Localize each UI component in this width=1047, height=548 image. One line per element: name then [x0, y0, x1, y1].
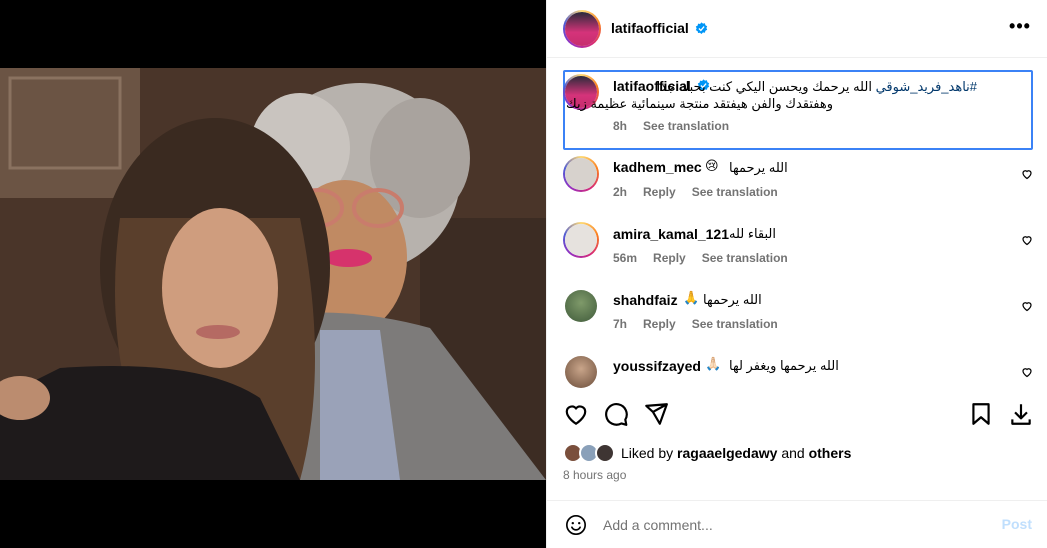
comment-avatar[interactable] [563, 222, 599, 258]
caption-line1: #ناهد_فريد_شوقي الله يرحمك ويحسن اليكي ك… [657, 79, 977, 95]
post-media [0, 0, 546, 548]
caption-see-translation[interactable]: See translation [643, 119, 729, 133]
save-bookmark-icon[interactable] [968, 401, 994, 427]
comment-text: البقاء لله [729, 226, 776, 241]
comment-avatar[interactable] [563, 156, 599, 192]
more-options-button[interactable]: ••• [1008, 17, 1032, 36]
likes-text: Liked by ragaaelgedawy and others [621, 445, 851, 461]
like-comment-heart-icon[interactable] [1021, 366, 1033, 378]
likes-summary: Liked by ragaaelgedawy and others [563, 441, 1023, 465]
comment-meta: 56m Reply See translation [613, 251, 788, 265]
comment-text: الله يرحمها ويغفر لها [729, 358, 839, 373]
post-comment-button[interactable]: Post [1002, 516, 1032, 532]
reply-button[interactable]: Reply [653, 251, 686, 265]
liked-by-others-link[interactable]: others [809, 445, 852, 461]
reply-button[interactable]: Reply [643, 317, 676, 331]
verified-badge-icon [695, 22, 708, 35]
comment-emoji: 😢 [705, 158, 719, 173]
post-timestamp[interactable]: 8 hours ago [563, 468, 626, 482]
comment-username[interactable]: shahdfaiz [613, 292, 678, 308]
instagram-post-view: latifaofficial ••• latifaofficial #ناهد_… [0, 0, 1047, 548]
comment-time: 2h [613, 185, 628, 199]
caption-meta: 8h See translation [613, 119, 729, 133]
see-translation-button[interactable]: See translation [692, 185, 778, 199]
like-comment-heart-icon[interactable] [1021, 168, 1033, 180]
header-avatar[interactable] [563, 10, 601, 48]
comment-avatar[interactable] [565, 290, 597, 322]
caption-line1-text: الله يرحمك ويحسن اليكي كنت بحبك جدا [656, 79, 876, 94]
download-icon[interactable] [1008, 401, 1034, 427]
comment-time: 7h [613, 317, 628, 331]
caption-line2: وهفتقدك والفن هيفتقد منتجة سينمائية عظيم… [566, 96, 833, 111]
liked-by-avatars[interactable] [563, 443, 619, 463]
comment-username[interactable]: amira_kamal_121 [613, 226, 729, 242]
like-comment-heart-icon[interactable] [1021, 234, 1033, 246]
header-username[interactable]: latifaofficial [611, 20, 689, 36]
post-side-panel: latifaofficial ••• latifaofficial #ناهد_… [546, 0, 1047, 548]
comments-list: latifaofficial #ناهد_فريد_شوقي الله يرحم… [547, 58, 1047, 388]
comment-emoji: 🙏🏻 [705, 356, 722, 371]
add-comment-input[interactable] [603, 514, 983, 536]
comment-text: الله يرحمها [703, 292, 762, 307]
like-heart-icon[interactable] [563, 401, 589, 427]
comment-bubble-icon[interactable] [603, 401, 629, 427]
comment-username[interactable]: youssifzayed [613, 358, 701, 374]
post-actions [547, 393, 1047, 433]
emoji-icon[interactable] [565, 514, 587, 536]
comment-meta: 2h Reply See translation [613, 185, 778, 199]
reply-button[interactable]: Reply [643, 185, 676, 199]
photo-illustration [0, 68, 546, 480]
caption-time: 8h [613, 119, 628, 133]
comment-avatar[interactable] [565, 356, 597, 388]
like-comment-heart-icon[interactable] [1021, 300, 1033, 312]
comment-time: 56m [613, 251, 638, 265]
liked-by-user-link[interactable]: ragaaelgedawy [677, 445, 777, 461]
comment-username[interactable]: kadhem_mec [613, 159, 702, 175]
add-comment-bar: Post [547, 500, 1047, 548]
likes-and: and [777, 445, 809, 461]
comment-emoji: 🙏 [683, 290, 700, 305]
likes-prefix: Liked by [621, 445, 678, 461]
post-header: latifaofficial ••• [547, 0, 1047, 58]
post-photo[interactable] [0, 68, 546, 480]
share-send-icon[interactable] [643, 401, 669, 427]
see-translation-button[interactable]: See translation [692, 317, 778, 331]
see-translation-button[interactable]: See translation [702, 251, 788, 265]
comment-text: الله يرحمها [729, 160, 788, 175]
caption-hashtag-link[interactable]: #ناهد_فريد_شوقي [876, 79, 977, 94]
comment-meta: 7h Reply See translation [613, 317, 778, 331]
